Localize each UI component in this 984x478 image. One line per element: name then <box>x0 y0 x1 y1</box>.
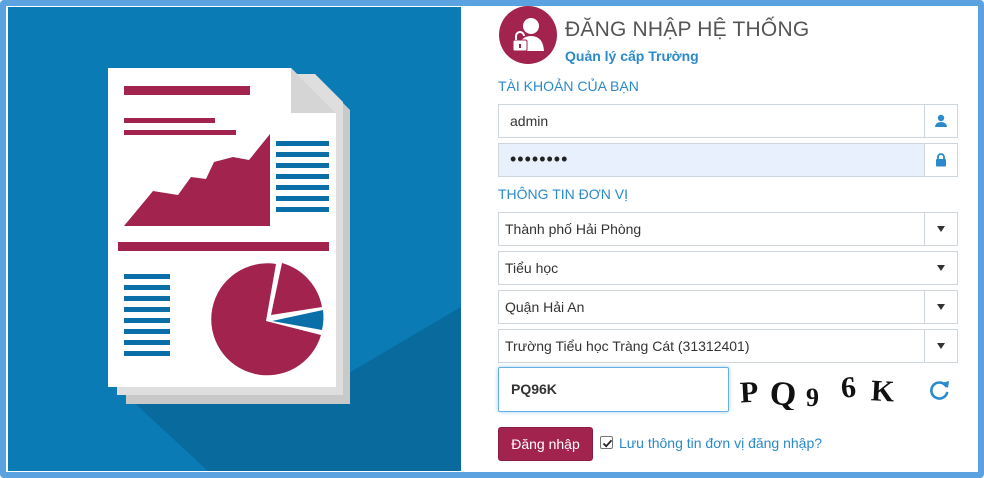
captcha-char: 6 <box>840 371 857 405</box>
page-title: ĐĂNG NHẬP HỆ THỐNG <box>565 18 810 41</box>
school-level-select[interactable]: Tiểu học <box>498 251 958 285</box>
chevron-down-icon <box>924 291 957 323</box>
captcha-char: P <box>739 376 759 410</box>
username-value: admin <box>510 113 549 129</box>
city-select[interactable]: Thành phố Hải Phòng <box>498 212 958 246</box>
password-field[interactable]: •••••••• <box>498 143 958 177</box>
report-document-illustration <box>108 68 461 471</box>
captcha-input-value: PQ96K <box>511 381 557 397</box>
account-section-label: TÀI KHOẢN CỦA BẠN <box>498 78 639 94</box>
username-field[interactable]: admin <box>498 104 958 138</box>
school-select[interactable]: Trường Tiểu học Tràng Cát (31312401) <box>498 329 958 363</box>
chevron-down-icon <box>924 330 957 362</box>
captcha-input[interactable]: PQ96K <box>498 367 729 412</box>
captcha-image: P Q 9 6 K <box>736 370 911 410</box>
user-lock-logo-icon <box>499 6 557 64</box>
user-icon <box>924 105 957 137</box>
refresh-captcha-icon[interactable] <box>925 376 953 404</box>
city-select-value: Thành phố Hải Phòng <box>505 221 642 237</box>
login-panel: ĐĂNG NHẬP HỆ THỐNG Quản lý cấp Trường TÀ… <box>461 0 978 478</box>
captcha-char: Q <box>769 375 798 410</box>
chevron-down-icon <box>924 252 957 284</box>
unit-section-label: THÔNG TIN ĐƠN VỊ <box>498 186 628 202</box>
school-level-select-value: Tiểu học <box>505 260 559 276</box>
hero-illustration <box>8 7 461 471</box>
lock-icon <box>924 144 957 176</box>
remember-label: Lưu thông tin đơn vị đăng nhập? <box>619 435 823 451</box>
chevron-down-icon <box>924 213 957 245</box>
captcha-char: K <box>870 374 896 408</box>
page-subtitle: Quản lý cấp Trường <box>565 48 699 64</box>
school-select-value: Trường Tiểu học Tràng Cát (31312401) <box>505 338 750 354</box>
remember-checkbox[interactable] <box>600 436 613 449</box>
login-button[interactable]: Đăng nhập <box>498 427 593 461</box>
district-select[interactable]: Quận Hải An <box>498 290 958 324</box>
captcha-char: 9 <box>806 383 819 410</box>
password-value: •••••••• <box>510 149 569 169</box>
district-select-value: Quận Hải An <box>505 299 585 315</box>
